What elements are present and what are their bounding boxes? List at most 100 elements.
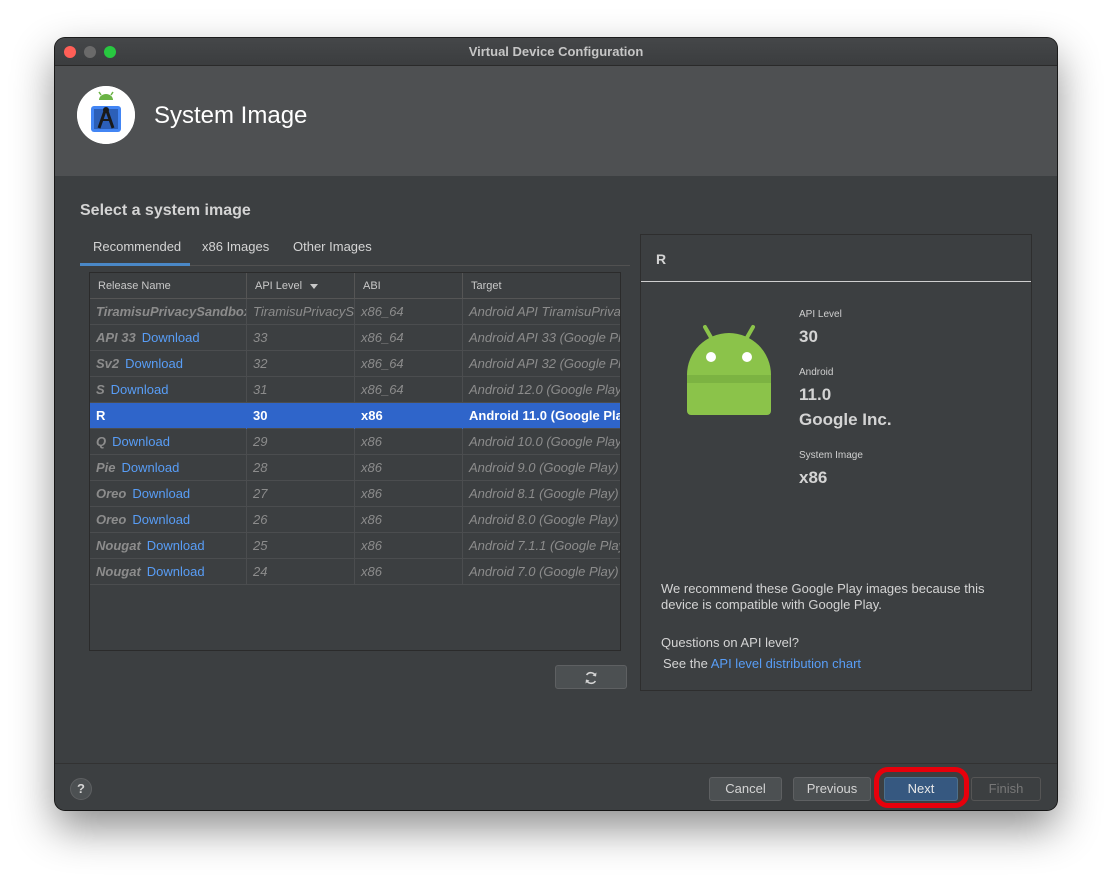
release-name-cell: Sv2 Download [90,351,247,377]
api-level-cell: TiramisuPrivacySandbox [247,299,355,325]
release-name: Pie [96,460,116,475]
api-level-cell: 30 [247,403,355,429]
target-cell: Android API 33 (Google Play) [469,330,621,345]
table-row[interactable]: Oreo Download 26 x86 Android 8.0 (Google Pla… [90,507,620,533]
abi-cell: x86 [355,559,463,585]
sort-descending-icon [310,283,319,289]
release-name-cell: TiramisuPrivacySandbox [90,299,247,325]
target-cell: Android API TiramisuPrivacySandbox [469,304,621,319]
abi-cell: x86 [355,507,463,533]
wizard-footer: ? Cancel Previous Next Finish [55,763,1057,810]
table-row[interactable]: S Download 31 x86_64 Android 12.0 (Google Pl… [90,377,620,403]
api-level-cell: 33 [247,325,355,351]
release-name-cell: R [90,403,247,429]
release-name-cell: Nougat Download [90,533,247,559]
download-link[interactable]: Download [132,486,190,501]
api-level-cell: 25 [247,533,355,559]
column-api-level[interactable]: API Level [247,273,355,299]
column-release-name[interactable]: Release Name [90,273,247,299]
download-link[interactable]: Download [147,538,205,553]
target-cell: Android 10.0 (Google Play) [469,434,621,449]
table-row[interactable]: TiramisuPrivacySandboxTiramisuPrivacySan… [90,299,620,325]
minimize-window-button[interactable] [84,46,96,58]
system-image-value: x86 [799,468,828,487]
target-cell: Android 9.0 (Google Play) [469,460,619,475]
help-button[interactable]: ? [70,778,92,800]
release-name-cell: Nougat Download [90,559,247,585]
tab-recommended[interactable]: Recommended [80,236,190,266]
abi-cell: x86 [355,403,463,429]
window-title: Virtual Device Configuration [468,44,644,59]
cancel-button[interactable]: Cancel [709,777,782,801]
release-name: Sv2 [96,356,120,371]
title-bar: Virtual Device Configuration [55,38,1057,66]
download-link[interactable]: Download [142,330,200,345]
abi-cell: x86_64 [355,377,463,403]
release-name-cell: Pie Download [90,455,247,481]
table-row[interactable]: Sv2 Download 32 x86_64 Android API 32 (Googl… [90,351,620,377]
refresh-button[interactable] [555,665,627,689]
abi-cell: x86 [355,455,463,481]
target-cell: Android API 32 (Google Play) [469,356,621,371]
release-name-cell: API 33 Download [90,325,247,351]
table-row[interactable]: R 30 x86 Android 11.0 (Google Play) [90,403,620,429]
see-chart-line: See the API level distribution chart [663,656,862,671]
column-abi[interactable]: ABI [355,273,463,299]
download-link[interactable]: Download [111,382,169,397]
image-detail-panel: R API Level 30 Android 11.0 Google Inc. … [640,234,1032,691]
tab-x86-images[interactable]: x86 Images [202,236,269,266]
api-level-cell: 26 [247,507,355,533]
vendor-value: Google Inc. [799,410,892,429]
api-level-cell: 29 [247,429,355,455]
table-row[interactable]: Nougat Download 25 x86 Android 7.1.1 (Google… [90,533,620,559]
table-row[interactable]: API 33 Download 33 x86_64 Android API 33 (Go… [90,325,620,351]
release-name: TiramisuPrivacySandbox [96,304,247,319]
image-tabs: Recommended x86 Images Other Images [80,236,630,266]
table-row[interactable]: Q Download 29 x86 Android 10.0 (Google Play) [90,429,620,455]
table-row[interactable]: Oreo Download 27 x86 Android 8.1 (Google Pla… [90,481,620,507]
api-level-cell: 28 [247,455,355,481]
abi-cell: x86_64 [355,299,463,325]
android-studio-icon [77,86,135,144]
system-image-label: System Image [799,450,863,461]
table-row[interactable]: Pie Download 28 x86 Android 9.0 (Google Play… [90,455,620,481]
refresh-icon [585,672,597,685]
table-row[interactable]: Nougat Download 24 x86 Android 7.0 (Google P… [90,559,620,585]
previous-button[interactable]: Previous [793,777,871,801]
release-name-cell: Oreo Download [90,481,247,507]
api-distribution-chart-link[interactable]: API level distribution chart [711,656,861,671]
api-level-cell: 27 [247,481,355,507]
release-name-cell: Q Download [90,429,247,455]
android-version-value: 11.0 [799,385,832,404]
release-name-cell: Oreo Download [90,507,247,533]
download-link[interactable]: Download [147,564,205,579]
api-level-cell: 31 [247,377,355,403]
recommendation-text: We recommend these Google Play images be… [661,581,985,612]
tab-other-images[interactable]: Other Images [293,236,372,266]
target-cell: Android 7.0 (Google Play) [469,564,619,579]
release-name-cell: S Download [90,377,247,403]
download-link[interactable]: Download [125,356,183,371]
target-cell: Android 11.0 (Google Play) [469,408,621,423]
release-name: Nougat [96,538,141,553]
release-name: Oreo [96,512,127,527]
api-level-label: API Level [799,309,842,320]
download-link[interactable]: Download [122,460,180,475]
release-name: Nougat [96,564,141,579]
release-name: S [96,382,105,397]
release-name: Oreo [96,486,127,501]
dialog-window: Virtual Device Configuration System Imag… [55,38,1057,810]
page-title: System Image [154,102,308,129]
close-window-button[interactable] [64,46,76,58]
detail-title: R [656,251,667,267]
column-target[interactable]: Target [463,273,620,299]
abi-cell: x86 [355,533,463,559]
target-cell: Android 8.1 (Google Play) [469,486,619,501]
zoom-window-button[interactable] [104,46,116,58]
download-link[interactable]: Download [132,512,190,527]
system-image-table: Release Name API Level ABI Target Tirami… [89,272,621,651]
target-cell: Android 8.0 (Google Play) [469,512,619,527]
api-level-cell: 24 [247,559,355,585]
download-link[interactable]: Download [112,434,170,449]
next-button[interactable]: Next [884,777,958,801]
